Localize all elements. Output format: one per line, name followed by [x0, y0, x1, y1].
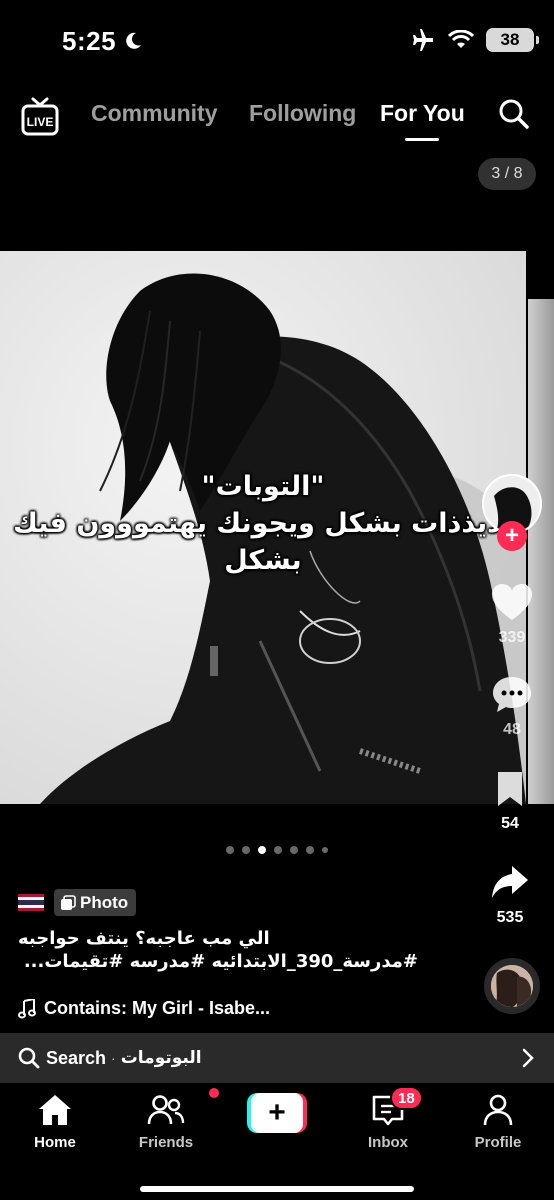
moon-icon	[126, 32, 141, 49]
follow-button[interactable]: +	[497, 521, 527, 551]
top-nav: LIVE Community Following For You	[0, 88, 554, 144]
photo-carousel-dots	[0, 846, 554, 854]
photo-stack-icon	[61, 894, 76, 910]
status-icons: 38	[410, 28, 539, 52]
post-caption: الي مب عاجبه؟ ينتف حواجبه	[18, 928, 270, 949]
like-button[interactable]: 339	[482, 582, 542, 647]
nav-profile[interactable]: Profile	[458, 1093, 538, 1151]
overlay-line: بشكل	[224, 545, 302, 576]
search-separator: ·	[111, 1050, 116, 1066]
photo-badge-label: Photo	[80, 892, 129, 912]
photo-badge: Photo	[54, 889, 137, 916]
status-bar: 5:25 38	[0, 0, 554, 80]
comment-icon	[493, 677, 531, 712]
comment-button[interactable]: 48	[482, 674, 542, 739]
music-title: Contains: My Girl - Isabe...	[44, 998, 271, 1018]
profile-icon	[483, 1094, 513, 1126]
live-icon[interactable]: LIVE	[20, 96, 60, 136]
friends-notification-dot	[209, 1088, 219, 1098]
bookmark-icon	[498, 772, 522, 806]
create-button[interactable]: +	[247, 1093, 307, 1133]
sound-disc[interactable]	[484, 958, 540, 1014]
tab-community[interactable]: Community	[91, 100, 218, 127]
carousel-dot	[306, 846, 314, 854]
carousel-dot	[274, 846, 282, 854]
search-query: البوتومات	[120, 1048, 202, 1068]
chevron-right-icon	[522, 1048, 534, 1068]
nav-home[interactable]: Home	[15, 1093, 95, 1151]
thailand-flag-icon	[18, 894, 44, 911]
tab-following[interactable]: Following	[249, 100, 356, 127]
friends-icon	[147, 1095, 185, 1125]
music-info[interactable]: Contains: My Girl - Isabe...	[18, 998, 270, 1019]
status-time: 5:25	[62, 26, 117, 56]
battery-icon: 38	[486, 28, 539, 52]
search-suggestion-bar[interactable]: Search · البوتومات	[0, 1033, 554, 1083]
comment-count: 48	[503, 721, 521, 738]
active-tab-indicator	[405, 138, 439, 141]
tab-for-you[interactable]: For You	[380, 100, 465, 127]
carousel-dot-active	[258, 846, 266, 854]
photo-page-counter: 3 / 8	[478, 158, 536, 190]
plus-icon: +	[251, 1093, 303, 1133]
heart-icon	[492, 584, 532, 620]
overlay-line: لذيذذات بشكل ويجونك يهتمووون فيك	[13, 508, 513, 539]
carousel-dot	[242, 846, 250, 854]
carousel-dot	[322, 847, 328, 853]
carousel-dot	[290, 846, 298, 854]
save-button[interactable]: 54	[480, 770, 540, 833]
svg-text:LIVE: LIVE	[27, 115, 54, 129]
post-hashtags[interactable]: #مدرسة_390_الابتدائيه #مدرسه #تقيمات...	[18, 951, 418, 972]
like-count: 339	[498, 629, 526, 646]
nav-home-label: Home	[34, 1134, 76, 1151]
nav-inbox-label: Inbox	[368, 1134, 408, 1151]
overlay-line: "التوبات"	[201, 471, 325, 502]
save-count: 54	[501, 815, 519, 832]
bottom-nav: Home Friends + Inbox Profile	[0, 1083, 554, 1200]
music-note-icon	[18, 998, 36, 1018]
wifi-icon	[448, 30, 474, 48]
search-icon	[18, 1047, 40, 1069]
sound-disc-image	[491, 965, 533, 1007]
inbox-badge: 18	[390, 1086, 423, 1110]
share-button[interactable]: 535	[480, 862, 540, 927]
airplane-icon	[413, 29, 433, 51]
nav-friends[interactable]: Friends	[126, 1093, 206, 1151]
share-count: 535	[496, 909, 524, 926]
home-indicator	[140, 1186, 414, 1192]
share-icon	[492, 866, 528, 898]
home-icon	[39, 1095, 71, 1125]
search-icon[interactable]	[498, 98, 530, 130]
nav-friends-label: Friends	[138, 1134, 194, 1151]
photo-overlay-text: "التوبات" لذيذذات بشكل ويجونك يهتمووون ف…	[0, 468, 526, 579]
nav-profile-label: Profile	[474, 1134, 522, 1151]
search-label: Search	[46, 1047, 107, 1068]
carousel-dot	[226, 846, 234, 854]
